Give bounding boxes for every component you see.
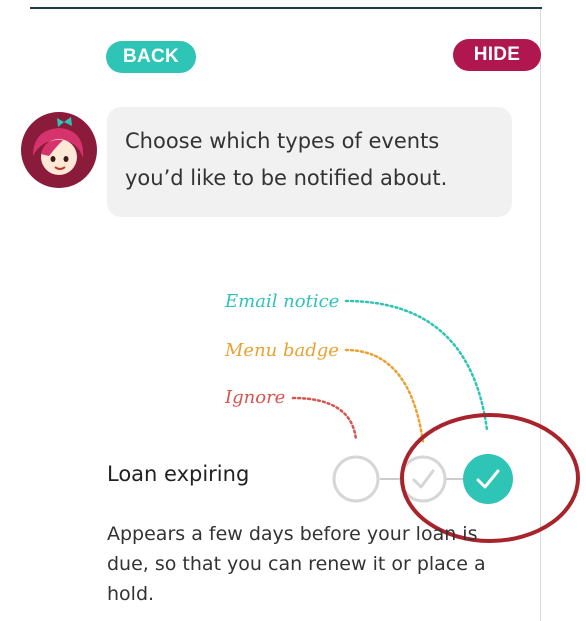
legend-menu-badge: Menu badge xyxy=(225,340,339,361)
legend-email-notice: Email notice xyxy=(225,291,340,312)
setting-title: Loan expiring xyxy=(107,462,250,486)
ignore-option[interactable] xyxy=(332,455,380,503)
setting-description: Appears a few days before your loan is d… xyxy=(107,523,486,605)
legend-ignore: Ignore xyxy=(225,387,286,408)
